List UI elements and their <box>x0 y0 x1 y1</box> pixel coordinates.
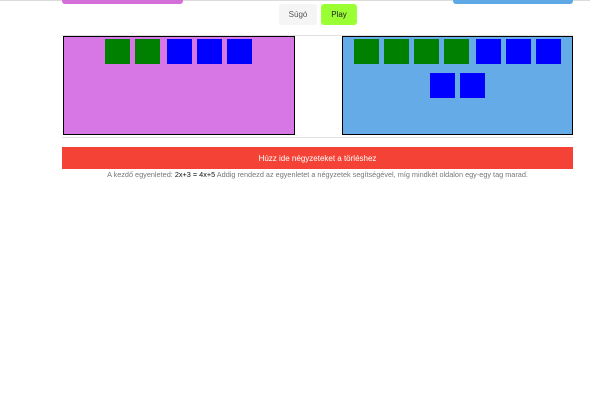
x-tile[interactable] <box>105 39 130 64</box>
unit-tile[interactable] <box>476 39 501 64</box>
play-button[interactable]: Play <box>321 4 357 25</box>
trash-label: Húzz ide négyzeteket a törléshez <box>258 153 377 163</box>
unit-tile[interactable] <box>197 39 222 64</box>
trash-drop-zone[interactable]: Húzz ide négyzeteket a törléshez <box>62 147 573 169</box>
left-side-panel[interactable] <box>63 36 295 135</box>
left-side-tab <box>62 0 183 4</box>
unit-tile[interactable] <box>536 39 561 64</box>
instructions-prefix: A kezdő egyenleted: <box>107 170 175 179</box>
starting-equation: 2x+3 = 4x+5 <box>174 170 216 179</box>
x-tile[interactable] <box>444 39 469 64</box>
right-side-panel[interactable] <box>342 36 573 135</box>
x-tile[interactable] <box>135 39 160 64</box>
x-tile[interactable] <box>384 39 409 64</box>
right-side-tab <box>453 0 573 4</box>
unit-tile[interactable] <box>167 39 192 64</box>
unit-tile[interactable] <box>506 39 531 64</box>
x-tile[interactable] <box>414 39 439 64</box>
instructions-text: A kezdő egyenleted: 2x+3 = 4x+5 Addig re… <box>62 169 573 181</box>
x-tile[interactable] <box>354 39 379 64</box>
unit-tile[interactable] <box>430 73 455 98</box>
unit-tile[interactable] <box>227 39 252 64</box>
instructions-suffix: Addig rendezd az egyenletet a négyzetek … <box>215 170 528 179</box>
unit-tile[interactable] <box>460 73 485 98</box>
help-button[interactable]: Súgó <box>279 4 317 25</box>
